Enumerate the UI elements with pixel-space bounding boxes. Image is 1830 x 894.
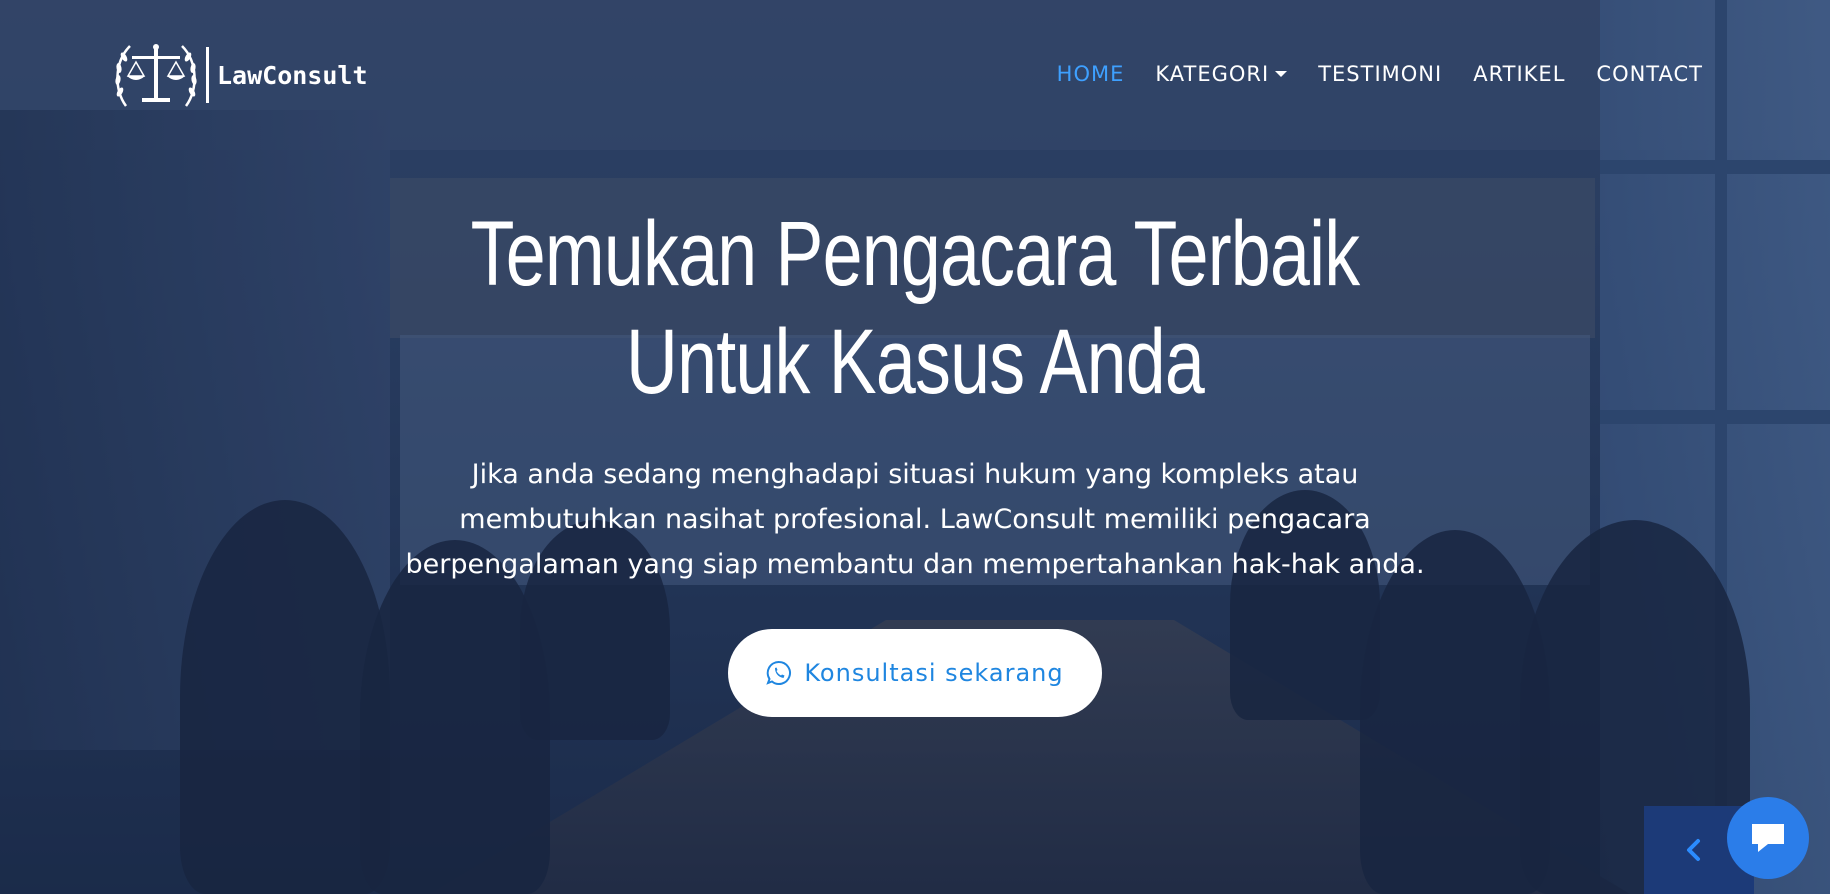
caret-down-icon [1275,71,1288,77]
hero-description: Jika anda sedang menghadapi situasi huku… [405,459,1425,580]
nav-artikel[interactable]: ARTIKEL [1473,62,1565,86]
hero-content: Temukan Pengacara Terbaik Untuk Kasus An… [0,200,1830,717]
navbar: LawConsult HOME KATEGORI TESTIMONI ARTIK… [0,0,1830,150]
hero-title: Temukan Pengacara Terbaik Untuk Kasus An… [201,200,1628,416]
brand-link[interactable]: LawConsult [112,36,368,114]
consult-now-label: Konsultasi sekarang [804,659,1064,687]
nav-home[interactable]: HOME [1057,62,1125,86]
brand-name: LawConsult [217,60,368,90]
nav-contact[interactable]: CONTACT [1596,62,1703,86]
nav-testimoni[interactable]: TESTIMONI [1318,62,1442,86]
hero-section: LawConsult HOME KATEGORI TESTIMONI ARTIK… [0,0,1830,894]
main-nav: HOME KATEGORI TESTIMONI ARTIKEL CONTACT [1057,62,1703,86]
brand-divider [206,47,209,103]
hero-title-line-1: Temukan Pengacara Terbaik [470,203,1360,305]
scales-of-justice-laurel-logo [115,44,197,107]
whatsapp-icon [766,660,792,685]
chevron-left-icon [1687,839,1700,861]
nav-kategori-dropdown[interactable]: KATEGORI [1155,62,1288,86]
nav-kategori-label: KATEGORI [1155,62,1270,86]
chat-bubble-icon [1752,824,1784,852]
consult-now-button[interactable]: Konsultasi sekarang [728,629,1102,717]
chat-button[interactable] [1727,797,1809,879]
hero-title-line-2: Untuk Kasus Anda [626,311,1205,413]
